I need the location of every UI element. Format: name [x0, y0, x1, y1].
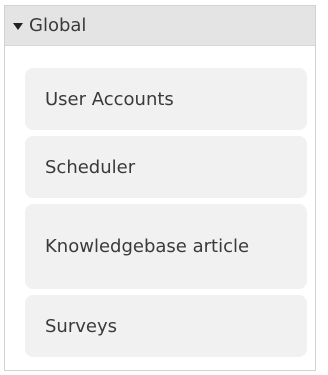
- section-title: Global: [29, 15, 87, 36]
- list-item-label: Scheduler: [45, 156, 136, 178]
- list-item-user-accounts[interactable]: User Accounts: [25, 68, 307, 130]
- caret-down-icon: [13, 22, 23, 30]
- list-item-label: Knowledgebase article: [45, 235, 250, 257]
- list-item-surveys[interactable]: Surveys: [25, 295, 307, 357]
- list-item-scheduler[interactable]: Scheduler: [25, 136, 307, 198]
- global-item-list: User Accounts Scheduler Knowledgebase ar…: [25, 68, 307, 363]
- list-item-label: Surveys: [45, 315, 117, 337]
- global-panel: Global User Accounts Scheduler Knowledge…: [4, 5, 316, 371]
- list-item-knowledgebase-article[interactable]: Knowledgebase article: [25, 204, 307, 289]
- list-item-label: User Accounts: [45, 88, 174, 110]
- global-section-header[interactable]: Global: [5, 6, 315, 46]
